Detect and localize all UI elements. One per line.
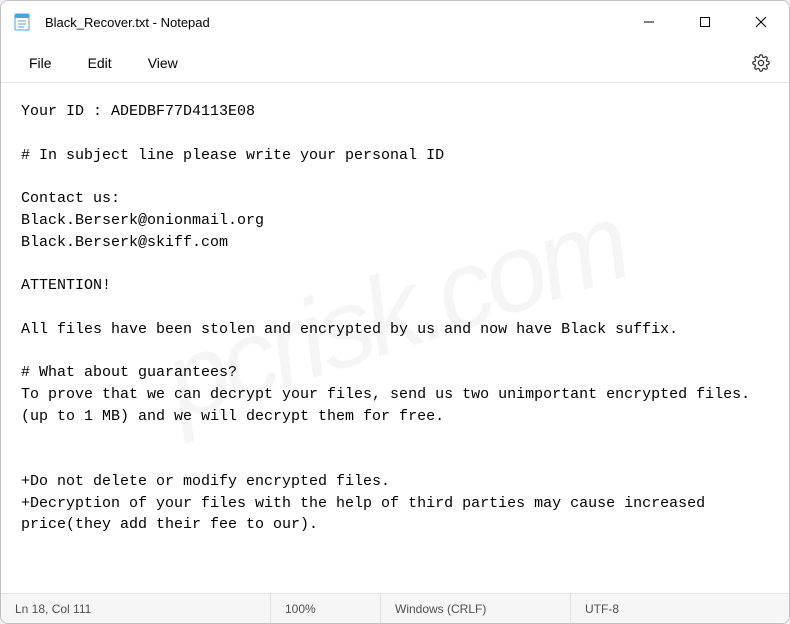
status-eol: Windows (CRLF) (381, 594, 571, 623)
menu-file[interactable]: File (11, 49, 70, 77)
notepad-icon (13, 13, 31, 31)
window-controls (621, 1, 789, 43)
text-area[interactable]: Your ID : ADEDBF77D4113E08 # In subject … (1, 83, 789, 593)
menubar: File Edit View (1, 43, 789, 83)
menu-view[interactable]: View (130, 49, 196, 77)
notepad-window: pcrisk.com Black_Recover.txt - Notepad (0, 0, 790, 624)
settings-button[interactable] (743, 45, 779, 81)
menu-edit[interactable]: Edit (70, 49, 130, 77)
status-zoom: 100% (271, 594, 381, 623)
statusbar: Ln 18, Col 111 100% Windows (CRLF) UTF-8 (1, 593, 789, 623)
titlebar[interactable]: Black_Recover.txt - Notepad (1, 1, 789, 43)
status-position: Ln 18, Col 111 (1, 594, 271, 623)
maximize-button[interactable] (677, 1, 733, 43)
status-encoding: UTF-8 (571, 594, 789, 623)
window-title: Black_Recover.txt - Notepad (45, 15, 621, 30)
gear-icon (752, 54, 770, 72)
close-button[interactable] (733, 1, 789, 43)
minimize-button[interactable] (621, 1, 677, 43)
